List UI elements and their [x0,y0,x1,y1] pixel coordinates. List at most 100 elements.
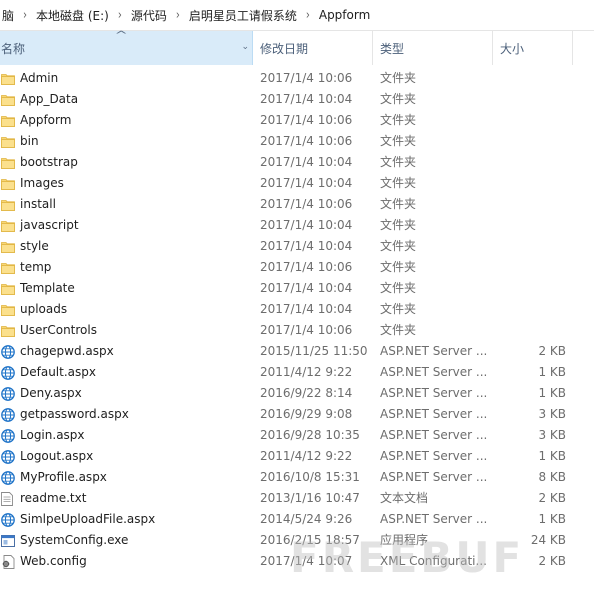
file-name: Admin [20,71,59,85]
file-name: javascript [20,218,79,232]
breadcrumb-separator-icon[interactable]: › [111,8,129,22]
file-row[interactable]: Appform 2017/1/4 10:06 文件夹 [0,110,594,131]
file-row[interactable]: Template 2017/1/4 10:04 文件夹 [0,278,594,299]
file-row[interactable]: bin 2017/1/4 10:06 文件夹 [0,131,594,152]
file-row[interactable]: Deny.aspx 2016/9/22 8:14 ASP.NET Server ..… [0,383,594,404]
file-name: Web.config [20,554,87,568]
folder-icon [1,320,16,341]
file-size: 1 KB [538,449,566,463]
file-name: getpassword.aspx [20,407,129,421]
folder-icon [1,257,16,278]
config-gear-icon [1,551,16,572]
file-row[interactable]: Default.aspx 2011/4/12 9:22 ASP.NET Server… [0,362,594,383]
breadcrumb-item-source[interactable]: 源代码 [129,7,169,24]
file-modified-date: 2015/11/25 11:50 [260,344,368,358]
file-name: Appform [20,113,72,127]
file-name: SimlpeUploadFile.aspx [20,512,156,526]
folder-icon [1,215,16,236]
file-name: MyProfile.aspx [20,470,107,484]
breadcrumb-item-root[interactable]: 脑 [0,7,16,24]
file-name: Images [20,176,64,190]
file-modified-date: 2017/1/4 10:06 [260,113,353,127]
file-modified-date: 2017/1/4 10:06 [260,71,353,85]
file-type: ASP.NET Server ... [380,428,488,442]
file-row[interactable]: Login.aspx 2016/9/28 10:35 ASP.NET Server … [0,425,594,446]
file-modified-date: 2017/1/4 10:04 [260,281,353,295]
file-name: uploads [20,302,68,316]
aspx-globe-icon [1,467,16,488]
column-header-type[interactable]: 类型 [373,31,493,65]
file-type: ASP.NET Server ... [380,365,488,379]
column-header-date[interactable]: 修改日期 [253,31,373,65]
folder-icon [1,89,16,110]
file-name: SystemConfig.exe [20,533,129,547]
file-type: 文本文档 [380,491,429,505]
file-row[interactable]: App_Data 2017/1/4 10:04 文件夹 [0,89,594,110]
file-name: style [20,239,49,253]
file-name: Logout.aspx [20,449,94,463]
folder-icon [1,110,16,131]
folder-icon [1,299,16,320]
file-name: Default.aspx [20,365,96,379]
column-header-date-label: 修改日期 [260,41,309,56]
file-row[interactable]: UserControls 2017/1/4 10:06 文件夹 [0,320,594,341]
file-type: ASP.NET Server ... [380,449,488,463]
file-size: 1 KB [538,365,566,379]
folder-icon [1,152,16,173]
file-modified-date: 2017/1/4 10:04 [260,155,353,169]
file-modified-date: 2017/1/4 10:06 [260,197,353,211]
folder-icon [1,194,16,215]
column-header-size[interactable]: 大小 [493,31,573,65]
file-size: 3 KB [538,428,566,442]
file-type: 文件夹 [380,281,417,295]
file-type: 文件夹 [380,218,417,232]
chevron-down-icon[interactable]: ⌄ [241,42,249,52]
file-type: ASP.NET Server ... [380,344,488,358]
file-row[interactable]: Admin 2017/1/4 10:06 文件夹 [0,68,594,89]
file-row[interactable]: Logout.aspx 2011/4/12 9:22 ASP.NET Server … [0,446,594,467]
file-row[interactable]: Images 2017/1/4 10:04 文件夹 [0,173,594,194]
file-name: Login.aspx [20,428,85,442]
file-type: ASP.NET Server ... [380,470,488,484]
aspx-globe-icon [1,509,16,530]
file-modified-date: 2017/1/4 10:06 [260,134,353,148]
breadcrumb-item-project[interactable]: 启明星员工请假系统 [187,7,299,24]
file-size: 3 KB [538,407,566,421]
folder-icon [1,236,16,257]
column-header-name[interactable]: ^ 名称 ⌄ [0,30,253,65]
file-type: 文件夹 [380,71,417,85]
column-header-size-label: 大小 [500,41,525,56]
breadcrumb-separator-icon[interactable]: › [16,8,34,22]
breadcrumb-separator-icon[interactable]: › [169,8,187,22]
folder-icon [1,278,16,299]
file-row[interactable]: chagepwd.aspx 2015/11/25 11:50 ASP.NET Ser… [0,341,594,362]
text-document-icon [1,488,16,509]
file-name: UserControls [20,323,97,337]
file-list: Admin 2017/1/4 10:06 文件夹 App_Data 2017/1/4 1… [0,68,594,572]
file-name: install [20,197,56,211]
file-name: temp [20,260,52,274]
application-icon [1,530,16,551]
breadcrumb: 脑 › 本地磁盘 (E:) › 源代码 › 启明星员工请假系统 › Appfor… [0,0,594,31]
file-row[interactable]: uploads 2017/1/4 10:04 文件夹 [0,299,594,320]
file-name: bin [20,134,39,148]
file-type: ASP.NET Server ... [380,407,488,421]
file-row[interactable]: temp 2017/1/4 10:06 文件夹 [0,257,594,278]
file-row[interactable]: MyProfile.aspx 2016/10/8 15:31 ASP.NET Ser… [0,467,594,488]
breadcrumb-separator-icon[interactable]: › [299,8,317,22]
file-row[interactable]: bootstrap 2017/1/4 10:04 文件夹 [0,152,594,173]
file-row[interactable]: javascript 2017/1/4 10:04 文件夹 [0,215,594,236]
file-modified-date: 2017/1/4 10:06 [260,260,353,274]
file-row[interactable]: SimlpeUploadFile.aspx 2014/5/24 9:26 ASP.N… [0,509,594,530]
file-row[interactable]: style 2017/1/4 10:04 文件夹 [0,236,594,257]
file-name: readme.txt [20,491,87,505]
file-modified-date: 2016/9/28 10:35 [260,428,360,442]
file-type: 文件夹 [380,176,417,190]
aspx-globe-icon [1,446,16,467]
breadcrumb-item-drive[interactable]: 本地磁盘 (E:) [34,7,111,24]
file-row[interactable]: readme.txt 2013/1/16 10:47 文本文档 2 KB [0,488,594,509]
file-row[interactable]: install 2017/1/4 10:06 文件夹 [0,194,594,215]
breadcrumb-item-current[interactable]: Appform [317,8,372,22]
file-modified-date: 2011/4/12 9:22 [260,365,353,379]
file-row[interactable]: getpassword.aspx 2016/9/29 9:08 ASP.NET Se… [0,404,594,425]
